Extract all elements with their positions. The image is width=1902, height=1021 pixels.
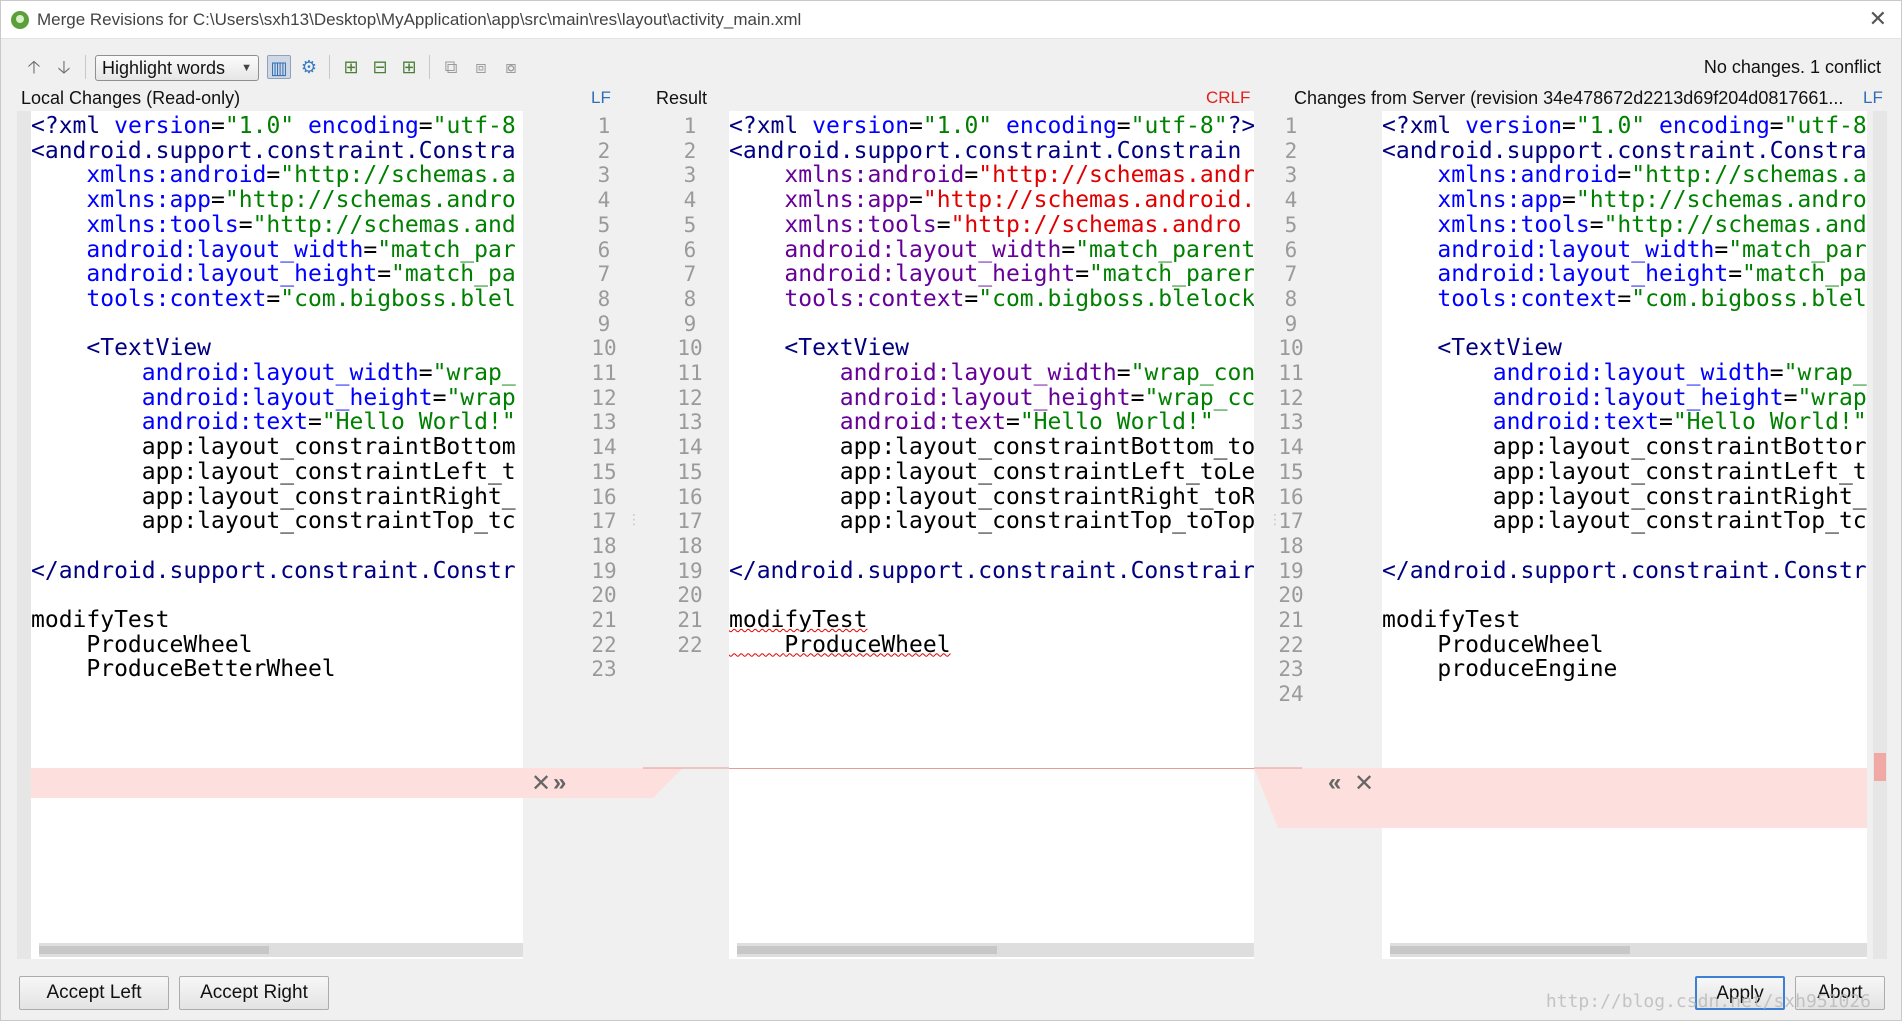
arrow-up-icon[interactable]: 🡡 (22, 55, 46, 79)
apply-left-icon[interactable]: ⊞ (339, 55, 363, 79)
center-line-separator[interactable]: CRLF (1206, 87, 1250, 109)
toolbar-separator (85, 55, 86, 79)
code-line: ProduceWheel (784, 631, 951, 658)
right-editor[interactable]: <?xml version="1.0" encoding="utf-8 <andr… (1382, 111, 1867, 959)
right-conflict-highlight (1382, 768, 1867, 828)
accept-left-button[interactable]: Accept Left (19, 976, 169, 1010)
code-line: produceEngine (1437, 656, 1618, 683)
center-scroll-thumb[interactable] (737, 946, 997, 954)
toolbar-separator (329, 55, 330, 79)
title-bar: Merge Revisions for C:\Users\sxh13\Deskt… (1, 1, 1901, 39)
code-line: app:layout_constraintTop_tc (141, 508, 516, 535)
ignore-right-icon[interactable]: ✕ (1354, 771, 1374, 797)
right-horizontal-scrollbar[interactable] (1390, 943, 1867, 957)
code-line: app:layout_constraintTop_tc (1492, 508, 1867, 535)
left-conflict-highlight (31, 768, 523, 798)
android-studio-icon (11, 11, 29, 29)
arrow-down-icon[interactable]: 🡣 (52, 55, 76, 79)
left-horizontal-scrollbar[interactable] (39, 943, 523, 957)
code-line: tools:context="com.bigboss.blelock (784, 285, 1254, 312)
splitter-grip-icon[interactable]: ⋮ (627, 511, 641, 528)
merge-status: No changes. 1 conflict (1703, 57, 1881, 77)
apply-left-change-icon[interactable]: » (553, 770, 566, 796)
result-editor[interactable]: <?xml version="1.0" encoding="utf-8"?> <a… (729, 111, 1254, 959)
apply-right-change-icon[interactable]: « (1328, 770, 1341, 796)
right-pane-title: Changes from Server (revision 34e478672d… (1294, 88, 1844, 108)
line-number: 24 (1278, 682, 1304, 707)
code-line: </android.support.constraint.Constrair (729, 557, 1254, 584)
line-number: 22 (677, 632, 703, 657)
close-icon[interactable]: ✕ (1869, 7, 1887, 31)
left-diff-gutter: 1 2 3 4 5 6 7 8 9 10 11 12 13 14 15 16 17 18 19 20 21 22 23 12… (523, 111, 729, 959)
apply-all-icon[interactable]: ⊟ (368, 55, 392, 79)
code-line: tools:context="com.bigboss.blel (86, 285, 516, 312)
watermark: http://blog.csdn.net/sxh951026 (1545, 991, 1871, 1012)
code-line: </android.support.constraint.Constr (31, 557, 516, 584)
accept-nonconflicting-icon[interactable]: ⧈ (469, 55, 493, 79)
left-editor[interactable]: <?xml version="1.0" encoding="utf-8 <andr… (31, 111, 523, 959)
code-line: tools:context="com.bigboss.blel (1437, 285, 1867, 312)
merge-dialog: Merge Revisions for C:\Users\sxh13\Deskt… (0, 0, 1902, 1021)
highlight-mode-dropdown[interactable]: Highlight words ▼ (95, 55, 259, 81)
left-scroll-thumb[interactable] (39, 946, 269, 954)
side-by-side-icon[interactable]: ▥ (267, 55, 291, 79)
highlight-mode-value: Highlight words (102, 58, 226, 78)
code-line: ProduceBetterWheel (86, 656, 336, 683)
ignore-left-icon[interactable]: ✕ (531, 771, 551, 797)
right-line-separator[interactable]: LF (1863, 87, 1883, 109)
apply-right-icon[interactable]: ⊞ (397, 55, 421, 79)
line-number: 23 (591, 657, 617, 682)
settings-icon[interactable]: ⚙ (297, 55, 321, 79)
code-line: </android.support.constraint.Constr (1382, 557, 1867, 584)
right-diff-gutter: 1 2 3 4 5 6 7 8 9 10 11 12 13 14 15 16 17 18 19 20 21 22 23 24 … (1254, 111, 1382, 959)
chevron-down-icon: ▼ (241, 62, 252, 74)
left-change-strip (17, 111, 31, 959)
center-horizontal-scrollbar[interactable] (737, 943, 1254, 957)
result-conflict-marker (729, 768, 1254, 769)
left-pane-title: Local Changes (Read-only) (21, 88, 241, 108)
toolbar: 🡡 🡣 Highlight words ▼ ▥ ⚙ ⊞ ⊟ ⊞ ⧉ ⧈ ⧇ No… (1, 45, 1901, 87)
center-pane-title: Result (656, 88, 708, 108)
window-title: Merge Revisions for C:\Users\sxh13\Deskt… (37, 10, 802, 29)
code-line: app:layout_constraintTop_toTop (839, 508, 1254, 535)
toolbar-separator (429, 55, 430, 79)
accept-right-button[interactable]: Accept Right (179, 976, 329, 1010)
right-change-strip (1873, 111, 1887, 959)
conflict-stripe-marker[interactable] (1874, 753, 1886, 781)
right-scroll-thumb[interactable] (1390, 946, 1630, 954)
revert-icon[interactable]: ⧇ (499, 55, 523, 79)
left-line-separator[interactable]: LF (591, 87, 611, 109)
splitter-grip-icon[interactable]: ⋮ (1268, 511, 1282, 528)
magic-resolve-icon[interactable]: ⧉ (439, 55, 463, 79)
